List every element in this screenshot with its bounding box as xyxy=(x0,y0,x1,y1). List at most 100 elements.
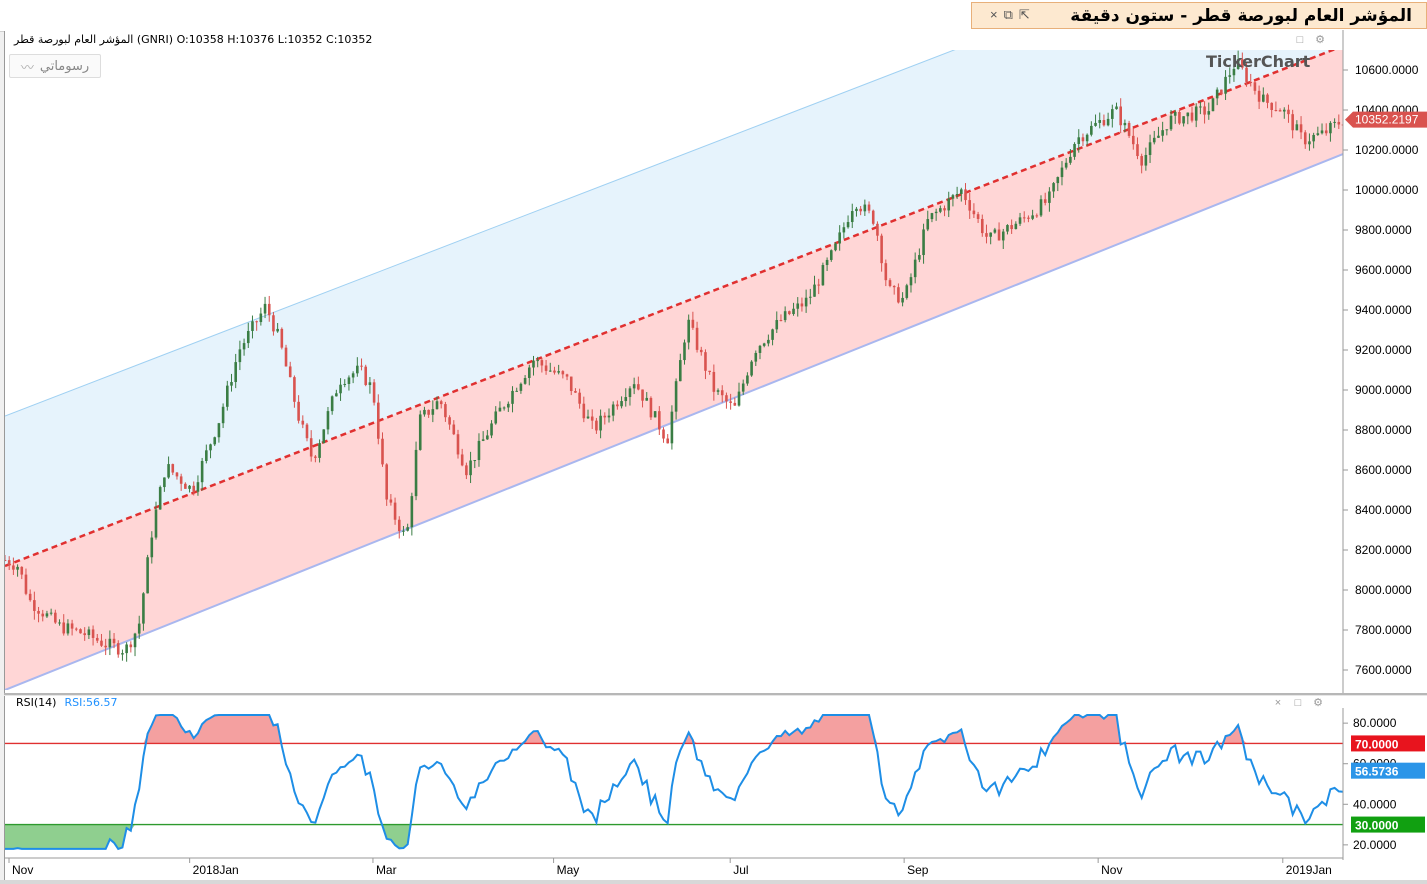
candle-body xyxy=(481,439,485,441)
candle-body xyxy=(251,321,254,331)
candle-body xyxy=(238,349,242,363)
candle-body xyxy=(892,285,896,288)
candle-body xyxy=(960,189,963,195)
candle-body xyxy=(95,637,99,641)
candle-body xyxy=(242,343,246,350)
candle-body xyxy=(796,303,800,309)
candle-body xyxy=(184,483,187,489)
candle-body xyxy=(716,390,720,392)
candle-body xyxy=(272,315,275,332)
candle-body xyxy=(490,423,493,436)
candle-body xyxy=(427,409,430,415)
candle-body xyxy=(217,423,221,438)
candle-body xyxy=(1249,81,1253,83)
price-pane-controls: □ ⚙ xyxy=(1290,33,1330,47)
time-tick-label: 2018Jan xyxy=(193,863,239,877)
drawings-icon: 〰 xyxy=(20,60,34,76)
candle-body xyxy=(158,487,162,510)
candle-body xyxy=(1039,199,1043,216)
candle-body xyxy=(561,371,565,375)
candle-body xyxy=(1266,94,1269,103)
candle-body xyxy=(674,381,678,412)
candle-body xyxy=(951,195,955,199)
candle-body xyxy=(473,460,477,462)
candle-body xyxy=(1182,116,1185,124)
candle-body xyxy=(620,401,623,407)
candle-body xyxy=(255,321,258,323)
chart-canvas[interactable]: 10600.000010400.000010200.000010000.0000… xyxy=(0,0,1427,884)
candle-body xyxy=(968,200,972,211)
candle-body xyxy=(507,403,510,408)
candle-body xyxy=(616,404,619,407)
settings-icon[interactable]: ⚙ xyxy=(1310,33,1330,47)
candle-body xyxy=(49,612,53,614)
candle-body xyxy=(389,499,393,503)
candle-body xyxy=(926,219,930,230)
candle-body xyxy=(578,392,581,404)
rsi-current-tag-label: 56.5736 xyxy=(1355,765,1399,779)
price-tick-label: 10000.0000 xyxy=(1355,183,1419,197)
rsi-oversold-fill xyxy=(5,824,1343,849)
candle-body xyxy=(1337,121,1341,125)
candle-body xyxy=(876,223,879,236)
candle-body xyxy=(1291,114,1294,131)
candle-body xyxy=(24,574,28,594)
candle-body xyxy=(1064,162,1068,168)
candle-body xyxy=(632,384,636,389)
candle-body xyxy=(754,352,758,362)
close-icon[interactable]: × xyxy=(1268,696,1288,710)
candle-body xyxy=(817,284,821,286)
candle-body xyxy=(288,366,292,378)
candle-body xyxy=(1308,141,1311,145)
candle-body xyxy=(825,259,829,266)
candle-body xyxy=(188,485,191,489)
candle-body xyxy=(720,390,724,396)
candle-body xyxy=(1278,110,1282,112)
candle-body xyxy=(1199,106,1202,108)
candle-body xyxy=(553,370,556,373)
channel-upper-band xyxy=(5,50,1333,566)
candle-body xyxy=(1211,98,1215,112)
candle-body xyxy=(544,365,548,371)
candle-body xyxy=(1056,177,1060,184)
candle-body xyxy=(792,308,795,315)
candle-body xyxy=(87,629,91,636)
maximize-icon[interactable]: □ xyxy=(1288,696,1308,710)
candle-body xyxy=(788,311,791,315)
candle-body xyxy=(737,391,741,406)
maximize-icon[interactable]: □ xyxy=(1290,33,1310,47)
candle-body xyxy=(465,465,468,476)
candle-body xyxy=(1295,124,1299,131)
candle-body xyxy=(884,263,888,281)
candle-body xyxy=(712,371,716,392)
candle-body xyxy=(423,409,426,415)
candle-body xyxy=(725,395,728,402)
candle-body xyxy=(590,416,594,421)
candle-body xyxy=(418,414,422,450)
candle-body xyxy=(888,280,892,286)
settings-icon[interactable]: ⚙ xyxy=(1308,696,1328,710)
time-tick-label: Jul xyxy=(733,863,748,877)
candle-body xyxy=(205,450,208,461)
rsi-tick-label: 20.0000 xyxy=(1353,838,1397,852)
last-price-tag: 10352.2197 xyxy=(1345,111,1427,128)
candle-body xyxy=(297,401,300,421)
candle-body xyxy=(746,375,749,384)
candle-body xyxy=(393,502,397,520)
candle-body xyxy=(356,365,359,374)
candle-body xyxy=(595,420,598,431)
candle-body xyxy=(276,328,279,332)
candle-body xyxy=(335,393,338,397)
candle-body xyxy=(666,438,670,444)
candle-body xyxy=(813,284,816,297)
candle-body xyxy=(179,476,183,484)
price-tick-label: 8000.0000 xyxy=(1355,583,1412,597)
candle-body xyxy=(1136,144,1139,157)
candle-body xyxy=(1257,90,1261,102)
candle-body xyxy=(41,613,45,617)
time-tick-label: 2019Jan xyxy=(1286,863,1332,877)
drawings-button[interactable]: 〰 رسوماتي xyxy=(9,54,101,78)
candle-body xyxy=(1102,120,1106,126)
candle-body xyxy=(1169,115,1173,130)
candle-body xyxy=(976,214,980,219)
